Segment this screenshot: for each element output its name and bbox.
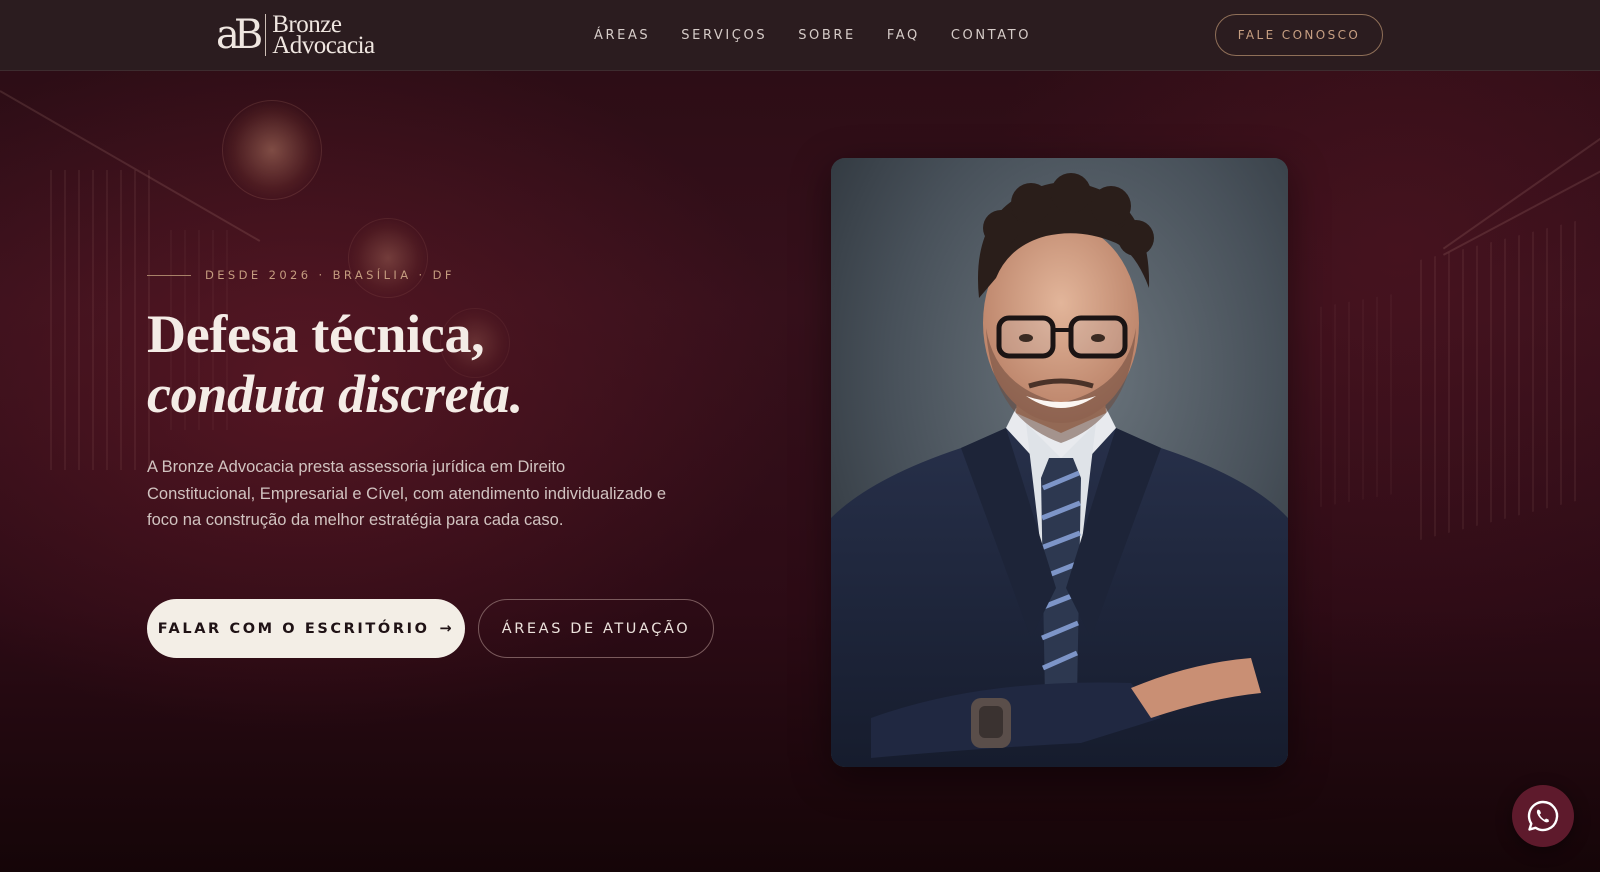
ceiling-beam-decoration bbox=[0, 90, 261, 242]
hero-lead-text: A Bronze Advocacia presta assessoria jur… bbox=[147, 458, 667, 529]
hero-page: aB Bronze Advocacia ÁREAS SERVIÇOS SOBRE… bbox=[0, 0, 1600, 872]
bookshelf-decoration bbox=[1420, 220, 1580, 540]
brand-logo[interactable]: aB Bronze Advocacia bbox=[216, 12, 375, 58]
whatsapp-chat-button[interactable] bbox=[1512, 785, 1574, 847]
lawyer-portrait-photo bbox=[831, 158, 1288, 767]
nav-item-sobre[interactable]: SOBRE bbox=[798, 28, 856, 43]
nav-item-faq[interactable]: FAQ bbox=[887, 28, 920, 43]
bookshelf-decoration bbox=[50, 170, 160, 470]
ceiling-beam-decoration bbox=[1442, 160, 1600, 256]
background-library-decoration bbox=[0, 0, 1600, 872]
portrait-illustration bbox=[831, 158, 1288, 767]
hero-headline: Defesa técnica, conduta discreta. bbox=[147, 304, 523, 424]
lamp-decoration bbox=[348, 218, 428, 298]
nav-item-servicos[interactable]: SERVIÇOS bbox=[681, 28, 767, 43]
main-nav: ÁREAS SERVIÇOS SOBRE FAQ CONTATO bbox=[594, 28, 1031, 43]
lamp-decoration bbox=[222, 100, 322, 200]
headline-line2: conduta discreta. bbox=[147, 364, 523, 424]
whatsapp-icon bbox=[1527, 800, 1559, 832]
eyebrow-text: DESDE 2026 · BRASÍLIA · DF bbox=[205, 268, 455, 282]
logo-name-line2: Advocacia bbox=[272, 32, 375, 59]
contact-us-button[interactable]: FALE CONOSCO bbox=[1215, 14, 1383, 56]
logo-wordmark: Bronze Advocacia bbox=[272, 12, 375, 59]
ceiling-beam-decoration bbox=[1442, 110, 1600, 250]
logo-monogram: aB bbox=[216, 12, 263, 58]
eyebrow-rule bbox=[147, 274, 191, 276]
nav-item-areas[interactable]: ÁREAS bbox=[594, 28, 650, 43]
logo-divider bbox=[265, 14, 267, 56]
hero-eyebrow: DESDE 2026 · BRASÍLIA · DF bbox=[147, 268, 455, 282]
talk-to-office-label: FALAR COM O ESCRITÓRIO bbox=[157, 620, 430, 637]
talk-to-office-button[interactable]: FALAR COM O ESCRITÓRIO → bbox=[147, 599, 465, 658]
nav-item-contato[interactable]: CONTATO bbox=[951, 28, 1031, 43]
arrow-right-icon: → bbox=[439, 620, 455, 637]
practice-areas-button[interactable]: ÁREAS DE ATUAÇÃO bbox=[478, 599, 714, 658]
bookshelf-decoration bbox=[1320, 292, 1400, 508]
site-header: aB Bronze Advocacia ÁREAS SERVIÇOS SOBRE… bbox=[0, 0, 1600, 71]
headline-line1: Defesa técnica, bbox=[147, 304, 485, 364]
